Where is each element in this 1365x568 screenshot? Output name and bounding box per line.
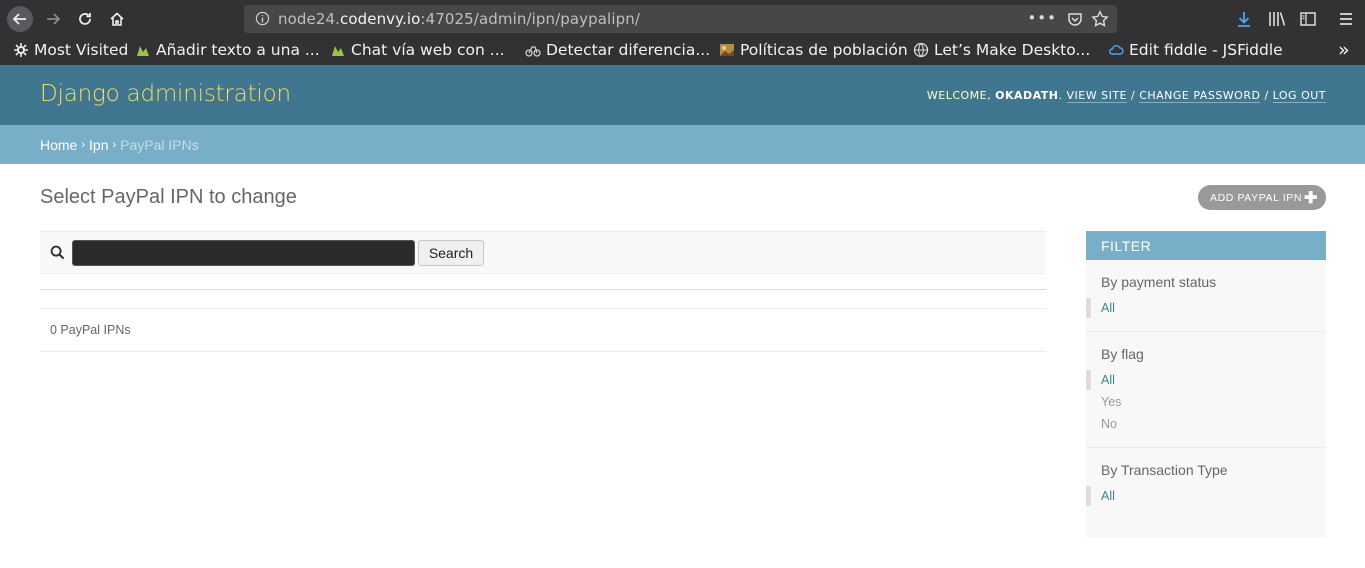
browser-toolbar: node24.codenvy.io:47025/admin/ipn/paypal… xyxy=(0,0,1365,38)
page-actions-icon[interactable]: ••• xyxy=(1027,9,1057,27)
filter-option-all[interactable]: All xyxy=(1086,297,1326,319)
django-icon xyxy=(137,46,149,56)
menu-icon[interactable] xyxy=(1338,10,1354,32)
username: OKADATH xyxy=(995,89,1059,102)
bookmark-label: Most Visited xyxy=(34,41,129,59)
breadcrumb-current: PayPal IPNs xyxy=(120,136,199,153)
filter-heading: By flag xyxy=(1101,346,1144,362)
change-password-link[interactable]: CHANGE PASSWORD xyxy=(1139,89,1261,103)
changelist: Search 0 PayPal IPNs xyxy=(40,231,1046,352)
bookmark-label: Chat vía web con ... xyxy=(351,41,505,59)
filter-option-yes[interactable]: Yes xyxy=(1086,391,1326,413)
bookmark-star-icon[interactable] xyxy=(1091,10,1109,32)
bookmark-detectar[interactable]: Detectar diferencia... xyxy=(525,41,710,59)
user-tools: WELCOME, OKADATH. VIEW SITE / CHANGE PAS… xyxy=(926,89,1326,103)
url-text[interactable]: node24.codenvy.io:47025/admin/ipn/paypal… xyxy=(278,10,640,28)
search-input[interactable] xyxy=(72,240,415,266)
bookmark-label: Añadir texto a una ... xyxy=(156,41,320,59)
bookmark-lets-make-desktop[interactable]: Let’s Make Deskto... xyxy=(913,41,1090,59)
url-path: :47025/admin/ipn/paypalipn/ xyxy=(420,10,640,28)
filter-section-payment-status: By payment status All xyxy=(1086,260,1326,332)
filter-heading: By payment status xyxy=(1101,274,1217,290)
library-icon[interactable] xyxy=(1268,10,1286,32)
filter-sidebar: FILTER By payment status All By flag All… xyxy=(1086,231,1326,538)
bookmark-anadir-texto[interactable]: Añadir texto a una ... xyxy=(135,41,320,59)
bookmark-jsfiddle[interactable]: Edit fiddle - JSFiddle xyxy=(1108,41,1283,59)
cloud-icon xyxy=(1109,45,1124,55)
welcome-text: WELCOME, xyxy=(926,89,996,102)
globe-icon xyxy=(913,42,929,58)
bookmark-label: Detectar diferencia... xyxy=(546,41,711,59)
filter-title: FILTER xyxy=(1086,231,1326,260)
bike-icon xyxy=(525,46,541,57)
info-icon[interactable] xyxy=(255,11,270,30)
filter-option-no[interactable]: No xyxy=(1086,413,1326,435)
result-count: 0 PayPal IPNs xyxy=(40,309,1046,352)
search-icon xyxy=(50,245,65,264)
download-icon[interactable] xyxy=(1235,10,1253,32)
filter-section-transaction-type: By Transaction Type All xyxy=(1086,448,1326,519)
welcome-punct: . xyxy=(1058,89,1067,102)
add-button-label: ADD PAYPAL IPN xyxy=(1210,191,1303,204)
bookmarks-overflow-icon[interactable]: » xyxy=(1338,39,1350,61)
url-prefix: node24. xyxy=(278,10,340,28)
filter-section-flag: By flag All Yes No xyxy=(1086,332,1326,448)
bookmark-politicas[interactable]: Políticas de población xyxy=(719,41,908,59)
back-arrow-icon xyxy=(12,13,26,25)
filter-option-all[interactable]: All xyxy=(1086,369,1326,391)
url-host: codenvy.io xyxy=(340,10,421,28)
log-out-link[interactable]: LOG OUT xyxy=(1272,89,1326,103)
pocket-icon[interactable] xyxy=(1067,11,1083,31)
forward-button[interactable] xyxy=(40,6,66,32)
breadcrumb-separator: › xyxy=(81,138,86,151)
bookmark-label: Políticas de población xyxy=(740,41,908,59)
separator: / xyxy=(1127,89,1140,102)
bookmarks-bar: Most Visited Añadir texto a una ... Chat… xyxy=(0,38,1365,65)
page-title: Select PayPal IPN to change xyxy=(40,186,297,208)
bookmark-label: Let’s Make Deskto... xyxy=(934,41,1091,59)
divider xyxy=(40,289,1046,290)
view-site-link[interactable]: VIEW SITE xyxy=(1066,89,1127,103)
search-toolbar: Search xyxy=(40,231,1046,274)
admin-header: Django administration WELCOME, OKADATH. … xyxy=(0,65,1365,125)
back-button[interactable] xyxy=(7,6,33,32)
url-bar[interactable]: node24.codenvy.io:47025/admin/ipn/paypal… xyxy=(244,5,1117,33)
django-icon xyxy=(332,46,344,56)
filter-heading: By Transaction Type xyxy=(1101,462,1228,478)
home-icon xyxy=(110,12,124,26)
reload-button[interactable] xyxy=(72,6,98,32)
sidebar-icon[interactable] xyxy=(1299,10,1317,32)
home-button[interactable] xyxy=(104,6,130,32)
bookmark-most-visited[interactable]: Most Visited xyxy=(13,41,128,59)
breadcrumb-home[interactable]: Home xyxy=(40,137,77,153)
breadcrumb: Home › Ipn › PayPal IPNs xyxy=(0,125,1365,164)
bookmark-label: Edit fiddle - JSFiddle xyxy=(1129,41,1283,59)
bookmark-chat-via-web[interactable]: Chat vía web con ... xyxy=(330,41,505,59)
plus-icon: ✚ xyxy=(1303,190,1318,207)
search-button[interactable]: Search xyxy=(418,240,484,266)
breadcrumb-ipn[interactable]: Ipn xyxy=(89,137,108,153)
site-branding[interactable]: Django administration xyxy=(40,81,291,107)
separator: / xyxy=(1260,89,1273,102)
filter-option-all[interactable]: All xyxy=(1086,485,1326,507)
forward-arrow-icon xyxy=(47,13,61,25)
breadcrumb-separator: › xyxy=(112,138,117,151)
image-icon xyxy=(720,44,734,56)
add-paypal-ipn-button[interactable]: ADD PAYPAL IPN ✚ xyxy=(1198,185,1326,210)
gear-icon xyxy=(14,43,28,57)
reload-icon xyxy=(79,13,91,25)
